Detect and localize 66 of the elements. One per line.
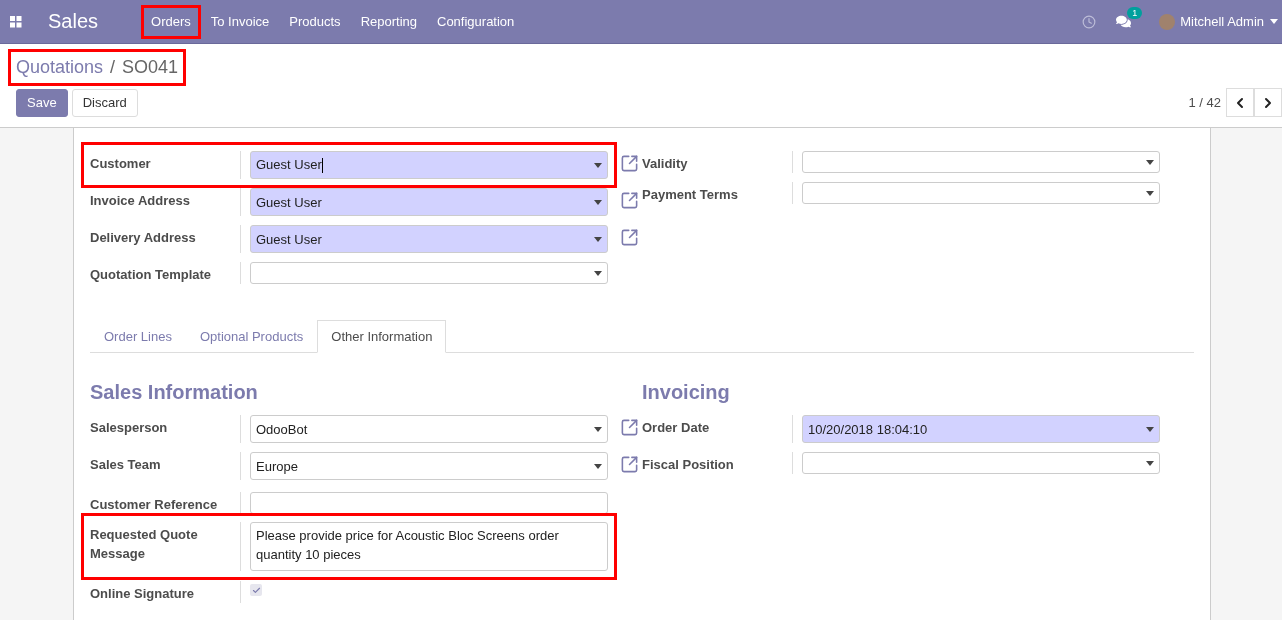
previous-button[interactable] — [1226, 88, 1254, 117]
select-field[interactable]: 10/20/2018 18:04:10 — [802, 415, 1160, 443]
breadcrumb-current: SO041 — [122, 57, 179, 78]
tab[interactable]: Other Information — [317, 320, 447, 353]
clock-icon[interactable] — [1082, 14, 1097, 29]
caret-icon — [1146, 159, 1154, 165]
nav-menu-item[interactable]: Products — [279, 4, 351, 39]
caret-icon — [1146, 190, 1154, 196]
textarea-field[interactable]: Please provide price for Acoustic Bloc Screens order quantity 10 pieces — [250, 522, 608, 571]
field-label: Payment Terms — [642, 186, 739, 204]
field-label: Invoice Address — [90, 192, 191, 210]
field-label: Quotation Template — [90, 266, 213, 284]
select-field[interactable] — [250, 262, 608, 284]
caret-icon — [1146, 460, 1154, 466]
field-label: Customer — [90, 155, 152, 173]
nav-menu-item[interactable]: Reporting — [350, 4, 427, 39]
section-title: Invoicing — [642, 381, 731, 404]
breadcrumb-separator: / — [110, 57, 116, 78]
caret-icon — [594, 236, 602, 242]
save-button[interactable]: Save — [16, 88, 68, 117]
external-link-icon[interactable] — [620, 191, 639, 210]
message-count-badge: 1 — [1127, 7, 1143, 19]
select-field[interactable]: Europe — [250, 452, 608, 480]
external-link-icon[interactable] — [620, 455, 639, 474]
external-link-icon[interactable] — [620, 418, 639, 437]
user-name[interactable]: Mitchell Admin — [1180, 14, 1264, 29]
field-label: Requested Quote Message — [90, 526, 199, 563]
pager-counter: 1 / 42 — [1188, 95, 1221, 110]
checkbox[interactable] — [250, 584, 262, 596]
caret-icon — [594, 463, 602, 469]
field-label: Delivery Address — [90, 229, 197, 247]
caret-icon — [594, 270, 602, 276]
chat-icon[interactable] — [1116, 14, 1132, 29]
field-label: Customer Reference — [90, 496, 219, 514]
breadcrumb-link[interactable]: Quotations — [16, 57, 104, 78]
select-field[interactable] — [802, 182, 1160, 204]
field-label: Sales Team — [90, 456, 162, 474]
field-label: Online Signature — [90, 585, 195, 603]
nav-menu-item[interactable]: To Invoice — [200, 4, 280, 39]
tab[interactable]: Optional Products — [185, 320, 318, 353]
caret-icon — [594, 199, 602, 205]
caret-icon[interactable] — [1270, 19, 1278, 24]
apps-icon[interactable] — [10, 15, 22, 28]
select-field[interactable] — [802, 151, 1160, 173]
tab[interactable]: Order Lines — [90, 320, 186, 353]
section-title: Sales Information — [90, 381, 259, 404]
nav-menu-item[interactable]: Configuration — [427, 4, 525, 39]
caret-icon — [594, 426, 602, 432]
field-label: Validity — [642, 155, 689, 173]
external-link-icon[interactable] — [620, 228, 639, 247]
input-field[interactable] — [250, 492, 608, 514]
discard-button[interactable]: Discard — [71, 88, 138, 117]
select-field[interactable]: Guest User — [250, 188, 608, 216]
select-field[interactable] — [802, 452, 1160, 474]
field-label: Order Date — [642, 419, 711, 437]
app-title: Sales — [48, 10, 99, 33]
select-field[interactable]: OdooBot — [250, 415, 608, 443]
field-label: Salesperson — [90, 419, 169, 437]
field-label: Fiscal Position — [642, 456, 735, 474]
caret-icon — [594, 162, 602, 168]
nav-menu-item[interactable]: Orders — [141, 4, 201, 39]
next-button[interactable] — [1254, 88, 1282, 117]
caret-icon — [1146, 426, 1154, 432]
external-link-icon[interactable] — [620, 154, 639, 173]
select-field[interactable]: Guest User — [250, 151, 608, 179]
select-field[interactable]: Guest User — [250, 225, 608, 253]
